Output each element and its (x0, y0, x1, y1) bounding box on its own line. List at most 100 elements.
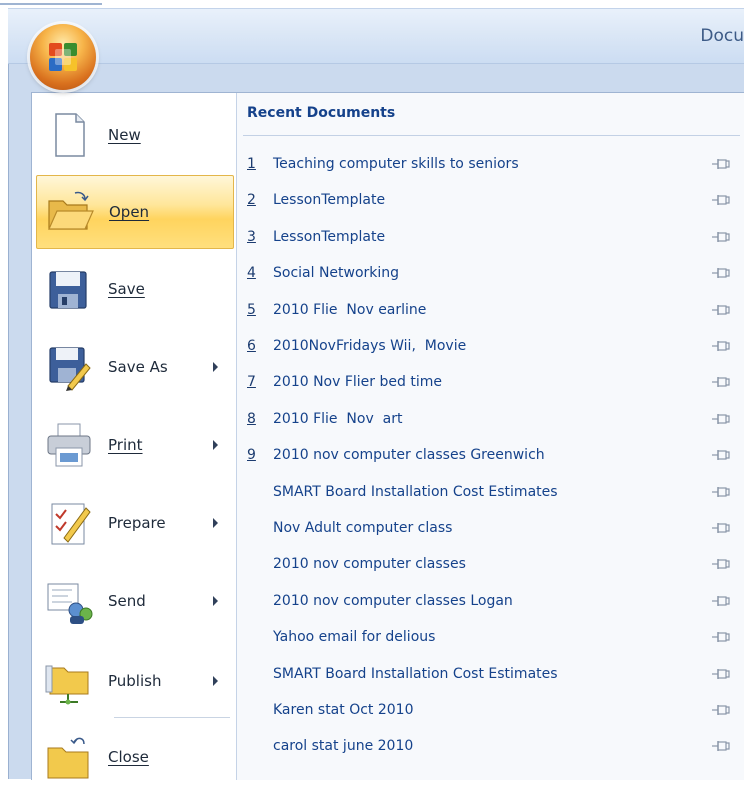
menu-label-publish: Publish (108, 672, 162, 690)
pin-icon[interactable] (710, 303, 732, 317)
recent-document-item[interactable]: carol stat june 2010 (247, 731, 744, 761)
recent-document-name: 2010 Nov Flier bed time (273, 374, 442, 391)
recent-document-name: Teaching computer skills to seniors (273, 156, 519, 172)
menu-label-save-as: Save As (108, 358, 168, 376)
menu-label-save: Save (108, 280, 145, 298)
recent-document-number: 7 (247, 374, 256, 391)
pin-icon[interactable] (710, 594, 732, 608)
recent-document-name: SMART Board Installation Cost Estimates (273, 483, 558, 500)
recent-document-item[interactable]: 7 2010 Nov Flier bed time (247, 367, 744, 397)
pin-icon[interactable] (710, 739, 732, 753)
recent-document-name: Karen stat Oct 2010 (273, 702, 414, 718)
recent-documents-header: Recent Documents (247, 105, 396, 121)
recent-document-name: Social Networking (273, 265, 400, 282)
recent-document-name: SMART Board Installation Cost Estimates (273, 665, 558, 682)
recent-document-item[interactable]: 8 2010 Flie Nov art (247, 404, 744, 434)
menu-item-publish[interactable]: Publish (36, 645, 232, 717)
recent-document-item[interactable]: 2 LessonTemplate (247, 185, 744, 215)
pin-icon[interactable] (710, 375, 732, 389)
pin-icon[interactable] (710, 230, 732, 244)
menu-item-send[interactable]: Send (36, 565, 232, 637)
menu-label-new: New (108, 126, 141, 144)
menu-item-close[interactable]: Close (36, 721, 232, 793)
pin-icon[interactable] (710, 521, 732, 535)
submenu-arrow-icon (213, 518, 218, 528)
recent-document-number: 2 (247, 192, 256, 209)
recent-document-number: 8 (247, 410, 256, 427)
open-folder-icon (45, 187, 95, 237)
top-strip (0, 0, 744, 8)
window-title: Docu (700, 26, 744, 46)
recent-document-number: 9 (247, 447, 256, 464)
office-menu: New Open Save Save As Print Prepare Send… (8, 64, 744, 780)
menu-item-save-as[interactable]: Save As (36, 331, 232, 403)
office-button[interactable] (30, 24, 96, 90)
recent-document-item[interactable]: 2010 nov computer classes Logan (247, 586, 744, 616)
recent-document-item[interactable]: 1 Teaching computer skills to seniors (247, 149, 744, 179)
close-folder-icon (44, 732, 94, 782)
menu-item-new[interactable]: New (36, 99, 232, 171)
floppy-disk-icon (44, 264, 94, 314)
pin-icon[interactable] (710, 630, 732, 644)
printer-icon (44, 420, 94, 470)
menu-item-open[interactable]: Open (36, 175, 234, 249)
recent-document-name: 2010 Flie Nov art (273, 410, 403, 427)
recent-document-name: 2010 nov computer classes (273, 556, 466, 573)
pin-icon[interactable] (710, 703, 732, 717)
pin-icon[interactable] (710, 448, 732, 462)
pin-icon[interactable] (710, 485, 732, 499)
pin-icon[interactable] (710, 157, 732, 171)
menu-item-prepare[interactable]: Prepare (36, 487, 232, 559)
recent-documents-pane: Recent Documents 1 Teaching computer skil… (237, 93, 744, 780)
menu-label-send: Send (108, 592, 146, 610)
menu-item-print[interactable]: Print (36, 409, 232, 481)
recent-document-item[interactable]: SMART Board Installation Cost Estimates (247, 477, 744, 507)
recent-document-name: Nov Adult computer class (273, 520, 453, 536)
recent-document-item[interactable]: 2010 nov computer classes (247, 549, 744, 579)
recent-document-item[interactable]: 5 2010 Flie Nov earline (247, 295, 744, 325)
recent-document-number: 3 (247, 228, 256, 245)
recent-document-item[interactable]: Nov Adult computer class (247, 513, 744, 543)
recent-document-number: 1 (247, 156, 256, 172)
menu-label-close: Close (108, 748, 149, 766)
recent-document-name: 2010 nov computer classes Logan (273, 592, 513, 609)
recent-document-number: 6 (247, 338, 256, 354)
recent-document-item[interactable]: 4 Social Networking (247, 258, 744, 288)
recent-document-item[interactable]: Yahoo email for delious (247, 622, 744, 652)
publish-icon (44, 656, 94, 706)
recent-document-item[interactable]: SMART Board Installation Cost Estimates (247, 659, 744, 689)
recent-document-item[interactable]: 3 LessonTemplate (247, 222, 744, 252)
pin-icon[interactable] (710, 266, 732, 280)
menu-label-open: Open (109, 203, 150, 221)
recent-document-item[interactable]: 6 2010NovFridays Wii, Movie (247, 331, 744, 361)
recent-document-item[interactable]: 9 2010 nov computer classes Greenwich (247, 440, 744, 470)
recent-document-name: 2010NovFridays Wii, Movie (273, 338, 467, 354)
menu-item-save[interactable]: Save (36, 253, 232, 325)
recent-document-name: 2010 nov computer classes Greenwich (273, 447, 545, 464)
office-menu-body: New Open Save Save As Print Prepare Send… (31, 92, 744, 780)
menu-divider (114, 717, 230, 718)
pin-icon[interactable] (710, 193, 732, 207)
command-list: New Open Save Save As Print Prepare Send… (32, 93, 236, 780)
title-bar: Docu (8, 8, 744, 65)
save-as-icon (44, 342, 94, 392)
recent-document-number: 5 (247, 301, 256, 318)
new-document-icon (44, 110, 94, 160)
recent-document-number: 4 (247, 265, 256, 282)
pin-icon[interactable] (710, 557, 732, 571)
recent-document-name: Yahoo email for delious (273, 629, 436, 646)
submenu-arrow-icon (213, 440, 218, 450)
submenu-arrow-icon (213, 676, 218, 686)
recent-document-item[interactable]: Karen stat Oct 2010 (247, 695, 744, 725)
recent-document-name: LessonTemplate (273, 192, 386, 209)
header-divider (243, 135, 740, 136)
pin-icon[interactable] (710, 412, 732, 426)
pin-icon[interactable] (710, 339, 732, 353)
submenu-arrow-icon (213, 362, 218, 372)
prepare-icon (44, 498, 94, 548)
submenu-arrow-icon (213, 596, 218, 606)
office-logo-icon (49, 43, 77, 71)
menu-label-print: Print (108, 436, 143, 454)
pin-icon[interactable] (710, 667, 732, 681)
recent-document-name: 2010 Flie Nov earline (273, 301, 427, 318)
